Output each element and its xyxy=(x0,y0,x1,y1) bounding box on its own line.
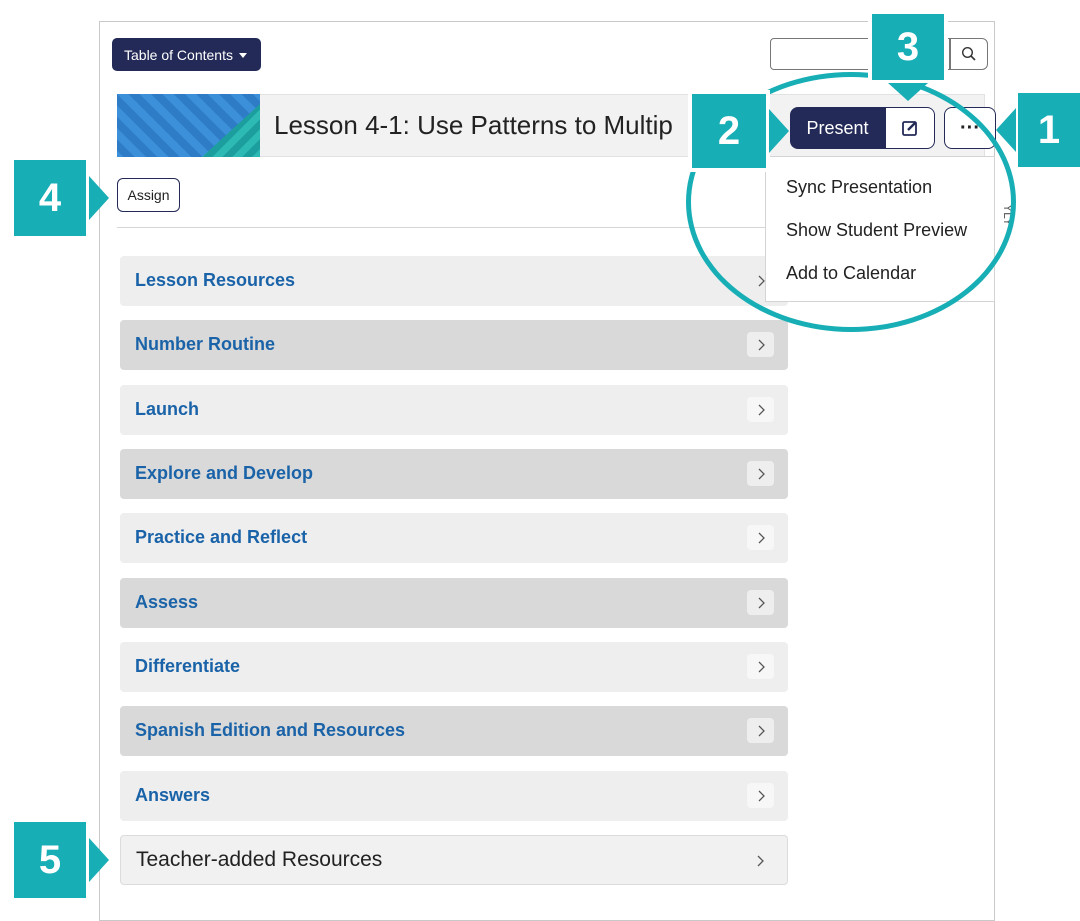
callout-2-pointer xyxy=(769,109,789,153)
section-label: Explore and Develop xyxy=(135,463,314,483)
section-row-spanish-edition[interactable]: Spanish Edition and Resources xyxy=(120,706,788,756)
callout-3-pointer xyxy=(888,83,928,101)
more-options-button[interactable]: ··· xyxy=(944,107,996,149)
table-of-contents-button[interactable]: Table of Contents xyxy=(112,38,261,71)
caret-down-icon xyxy=(238,53,247,59)
section-row-number-routine[interactable]: Number Routine xyxy=(120,320,788,370)
section-label: Spanish Edition and Resources xyxy=(135,720,406,740)
clipped-text: YLY xyxy=(1000,204,1015,226)
chevron-right-icon[interactable] xyxy=(747,783,774,808)
section-label: Differentiate xyxy=(135,656,241,676)
menu-item-show-student-preview[interactable]: Show Student Preview xyxy=(786,220,967,241)
lesson-title: Lesson 4-1: Use Patterns to Multip xyxy=(274,110,673,140)
chevron-right-icon[interactable] xyxy=(747,654,774,679)
section-row-assess[interactable]: Assess xyxy=(120,578,788,628)
callout-1: 1 xyxy=(1014,89,1080,171)
section-row-answers[interactable]: Answers xyxy=(120,771,788,821)
chevron-right-icon xyxy=(746,848,773,873)
chevron-right-icon[interactable] xyxy=(747,461,774,486)
menu-item-sync-presentation[interactable]: Sync Presentation xyxy=(786,177,932,198)
edit-icon xyxy=(902,121,917,136)
toc-label: Table of Contents xyxy=(124,46,233,63)
search-icon xyxy=(961,46,976,61)
search-button[interactable] xyxy=(950,38,988,70)
callout-5: 5 xyxy=(10,818,90,902)
section-row-teacher-added-resources[interactable]: Teacher-added Resources xyxy=(120,835,788,885)
present-button[interactable]: Present xyxy=(790,107,885,149)
section-label: Teacher-added Resources xyxy=(136,848,383,871)
section-label: Lesson Resources xyxy=(135,270,296,290)
section-row-lesson-resources[interactable]: Lesson Resources xyxy=(120,256,788,306)
menu-item-add-to-calendar[interactable]: Add to Calendar xyxy=(786,263,916,284)
chevron-right-icon[interactable] xyxy=(747,525,774,550)
section-row-practice-and-reflect[interactable]: Practice and Reflect xyxy=(120,513,788,563)
callout-3: 3 xyxy=(868,10,948,84)
edit-button[interactable] xyxy=(885,107,935,149)
section-row-launch[interactable]: Launch xyxy=(120,385,788,435)
callout-2: 2 xyxy=(688,90,770,172)
callout-4: 4 xyxy=(10,156,90,240)
callout-5-pointer xyxy=(89,838,109,882)
assign-button[interactable]: Assign xyxy=(117,178,180,212)
section-row-explore-and-develop[interactable]: Explore and Develop xyxy=(120,449,788,499)
section-row-differentiate[interactable]: Differentiate xyxy=(120,642,788,692)
chevron-right-icon[interactable] xyxy=(747,397,774,422)
section-label: Practice and Reflect xyxy=(135,527,308,547)
chevron-right-icon[interactable] xyxy=(747,718,774,743)
chevron-right-icon[interactable] xyxy=(747,332,774,357)
callout-4-pointer xyxy=(89,176,109,220)
section-label: Number Routine xyxy=(135,334,276,354)
lesson-thumbnail xyxy=(117,94,260,157)
chevron-right-icon[interactable] xyxy=(747,590,774,615)
section-label: Answers xyxy=(135,785,211,805)
section-label: Assess xyxy=(135,592,199,612)
callout-1-pointer xyxy=(996,108,1016,152)
section-label: Launch xyxy=(135,399,200,419)
